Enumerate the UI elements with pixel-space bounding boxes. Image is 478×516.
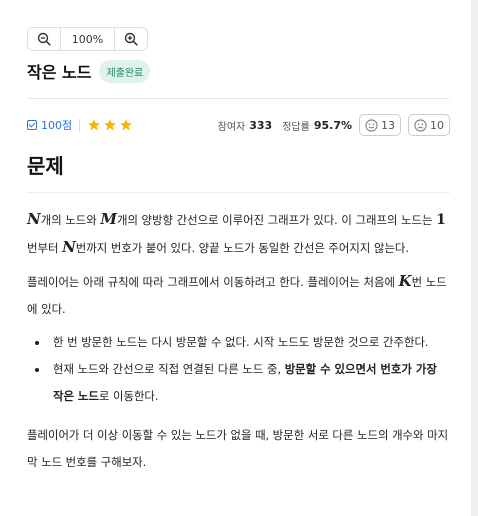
zoom-in-button[interactable] (115, 28, 147, 50)
check-icon (27, 120, 37, 130)
paragraph: 플레이어는 아래 규칙에 따라 그래프에서 이동하려고 한다. 플레이어는 처음… (27, 268, 451, 323)
text: 개의 노드와 (40, 213, 101, 227)
points-value: 100점 (41, 119, 73, 132)
text: 번까지 번호가 붙어 있다. 양끝 노드가 동일한 간선은 주어지지 않는다. (75, 241, 410, 255)
star-icon (120, 119, 132, 131)
text: 플레이어는 아래 규칙에 따라 그래프에서 이동하려고 한다. 플레이어는 처음… (27, 275, 399, 289)
problem-title: 작은 노드 (27, 63, 92, 82)
zoom-level: 100% (60, 28, 115, 50)
zoom-in-icon (124, 32, 138, 46)
zoom-out-button[interactable] (28, 28, 60, 50)
math-var: N (27, 210, 41, 228)
star-icon (104, 119, 116, 131)
difficulty-stars (87, 118, 133, 132)
text: 로 이동한다. (98, 389, 159, 403)
paragraph: 플레이어가 더 이상 이동할 수 있는 노드가 없을 때, 방문한 서로 다른 … (27, 428, 449, 469)
paragraph: N개의 노드와 M개의 양방향 간선으로 이루어진 그래프가 있다. 이 그래프… (27, 206, 451, 262)
math-num: 1 (436, 212, 446, 228)
participants-count: 333 (249, 118, 273, 132)
zoom-control: 100% (27, 27, 148, 51)
text: 번부터 (27, 241, 63, 255)
like-button[interactable]: 13 (359, 114, 401, 136)
list-item: 현재 노드와 간선으로 직접 연결된 다른 노드 중, 방문할 수 있으면서 번… (49, 356, 451, 410)
text: 개의 양방향 간선으로 이루어진 그래프가 있다. 이 그래프의 노드는 (116, 213, 437, 227)
dislike-button[interactable]: 10 (408, 114, 450, 136)
status-badge: 제출완료 (99, 59, 151, 83)
problem-statement: N개의 노드와 M개의 양방향 간선으로 이루어진 그래프가 있다. 이 그래프… (27, 206, 451, 482)
stats: 참여자 333 정답률 95.7% 13 10 (218, 114, 450, 136)
math-var: K (398, 272, 412, 290)
title-row: 작은 노드 제출완료 (27, 59, 151, 83)
text: 현재 노드와 간선으로 직접 연결된 다른 노드 중, (53, 362, 285, 376)
points: 100점 (27, 117, 72, 133)
frown-icon (414, 118, 427, 132)
dislike-count: 10 (430, 118, 444, 132)
math-var: M (100, 210, 117, 228)
math-var: N (62, 238, 76, 256)
accuracy-value: 95.7% (313, 118, 352, 132)
list-item: 한 번 방문한 노드는 다시 방문할 수 없다. 시작 노드도 방문한 것으로 … (49, 329, 451, 356)
like-count: 13 (381, 118, 395, 132)
participants-label: 참여자 (217, 121, 246, 133)
divider (27, 192, 450, 193)
scrollbar[interactable] (471, 0, 478, 516)
separator (79, 118, 81, 132)
smile-icon (365, 118, 378, 132)
section-title: 문제 (27, 154, 64, 178)
problem-card: 100% 작은 노드 제출완료 100점 참여자 333 정답률 95.7% 1… (0, 0, 471, 516)
divider (27, 98, 450, 99)
accuracy-label: 정답률 (282, 121, 310, 133)
problem-meta: 100점 참여자 333 정답률 95.7% 13 10 (27, 114, 450, 136)
zoom-out-icon (37, 32, 51, 46)
rules-list: 한 번 방문한 노드는 다시 방문할 수 없다. 시작 노드도 방문한 것으로 … (49, 329, 451, 410)
star-icon (88, 119, 100, 131)
